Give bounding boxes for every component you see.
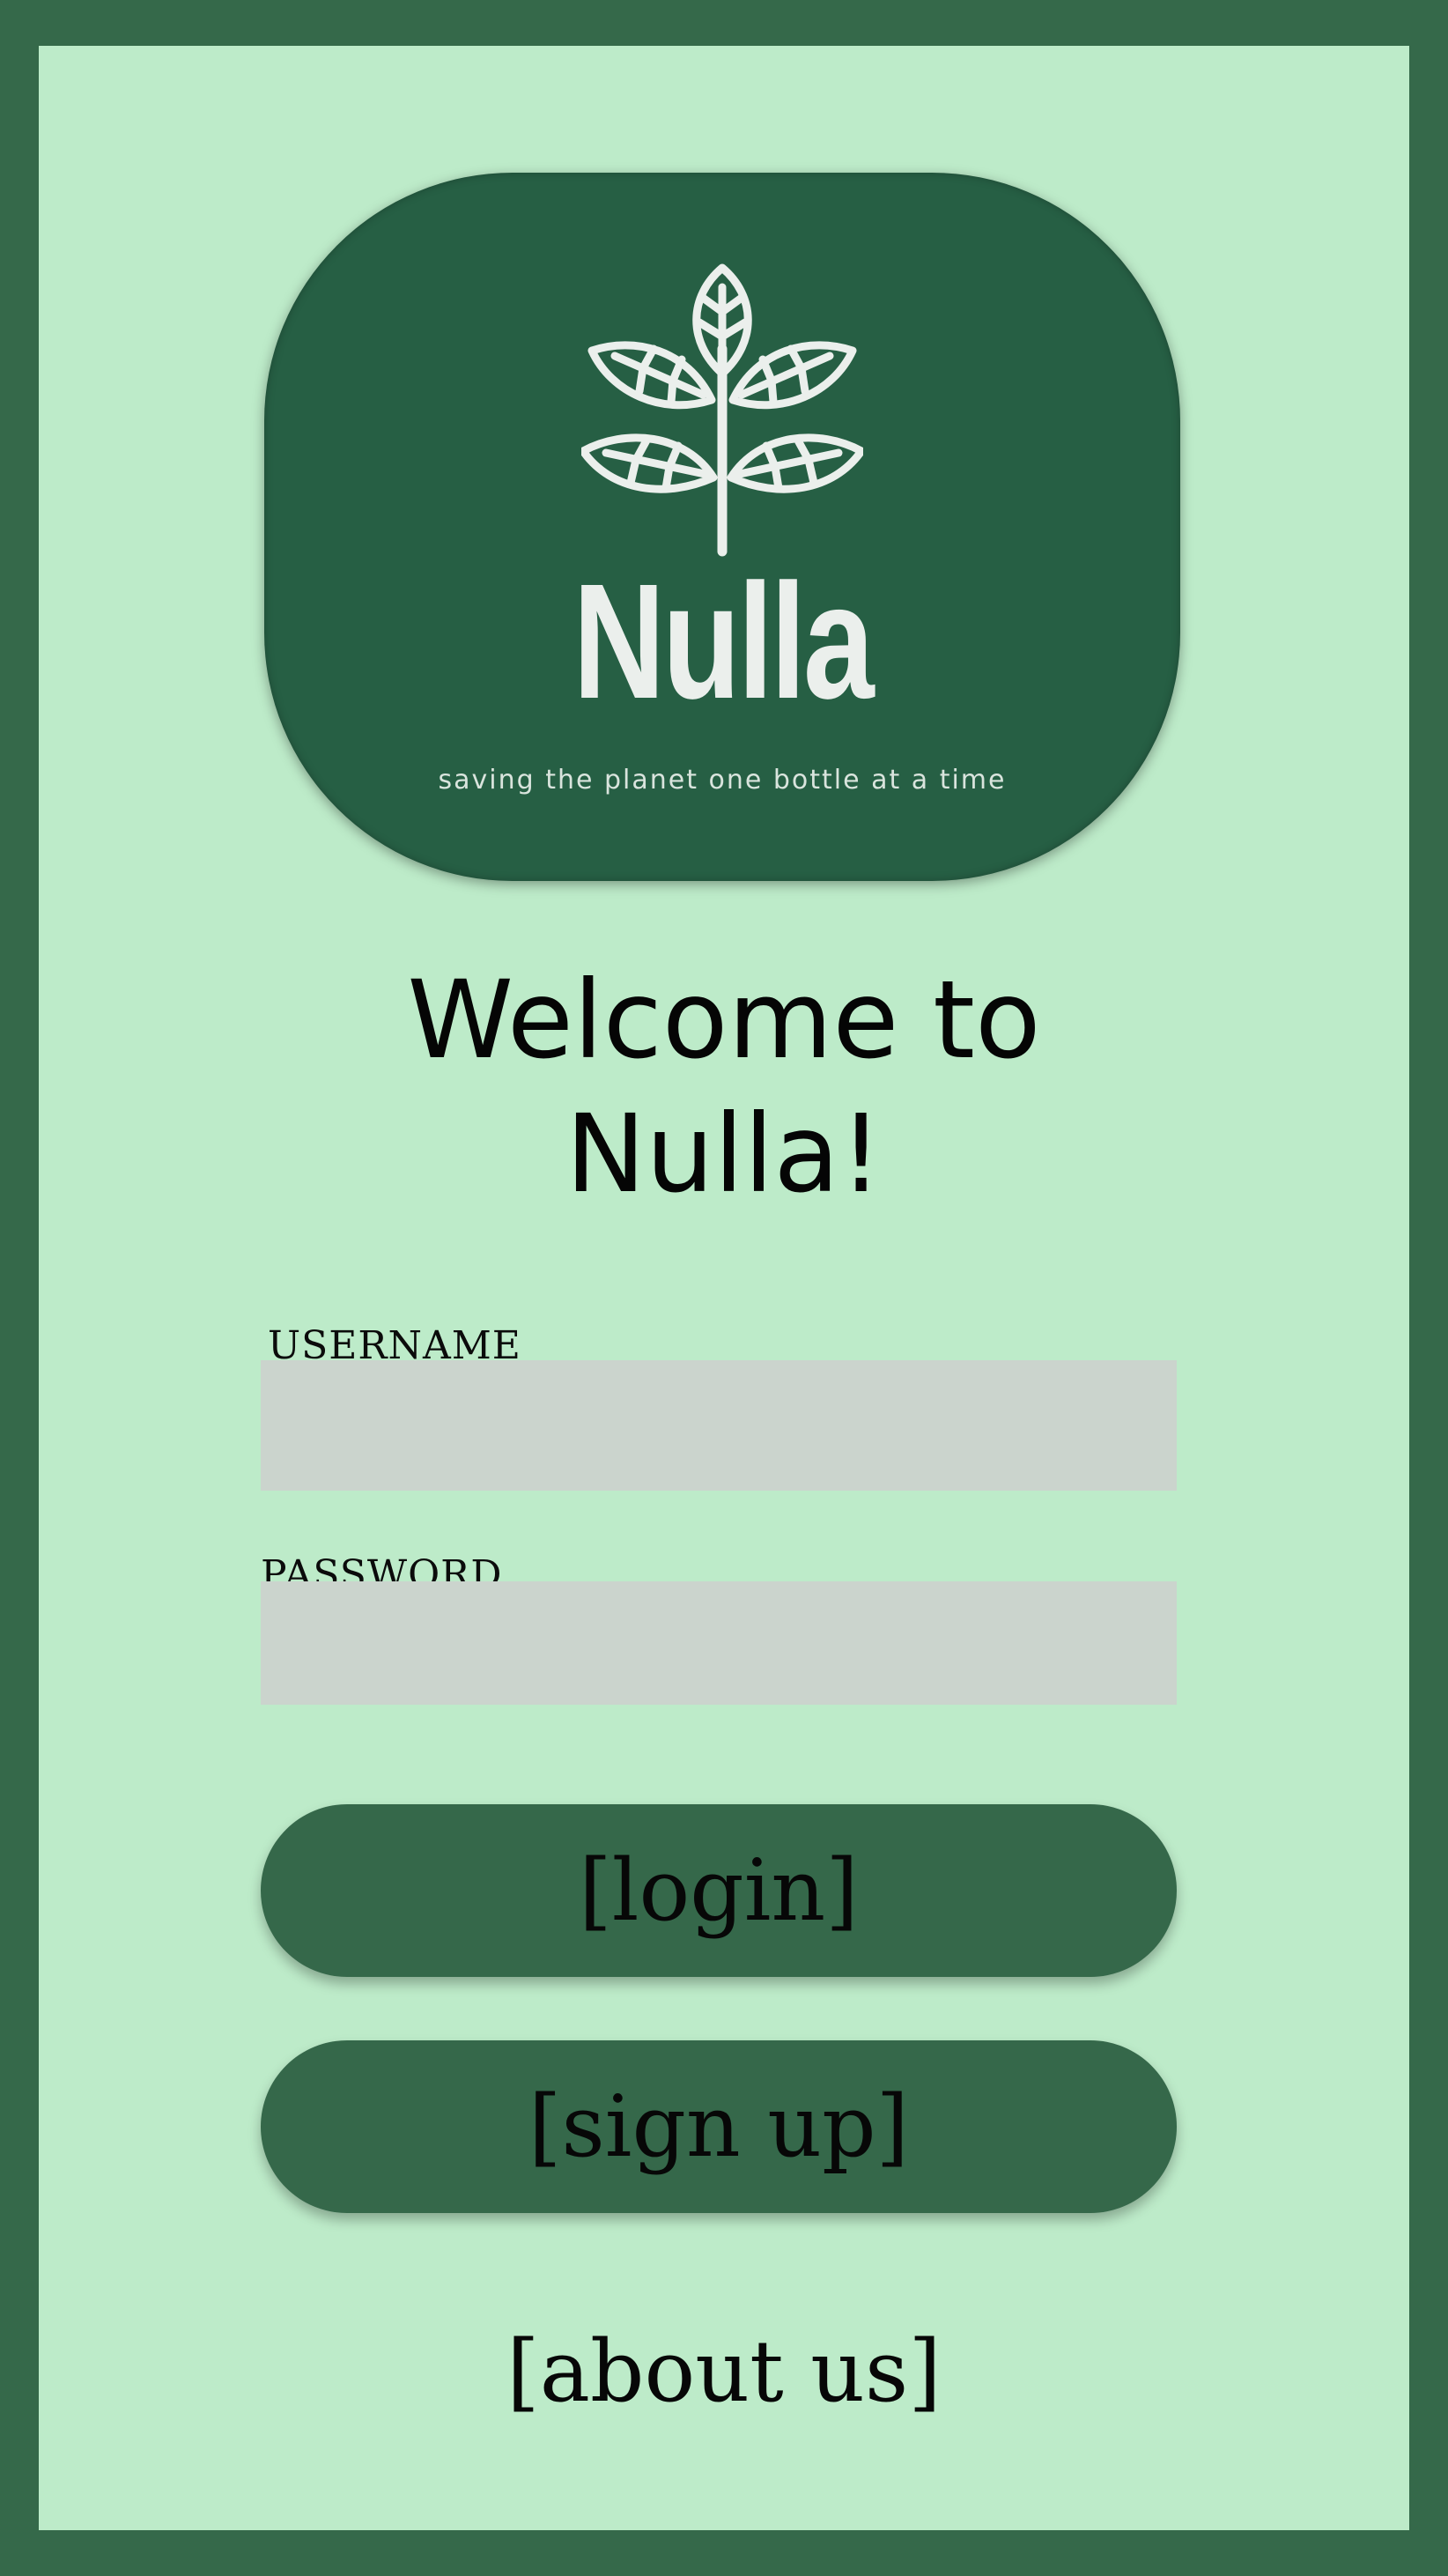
brand-tagline: saving the planet one bottle at a time [438,765,1007,796]
password-input[interactable] [261,1581,1177,1705]
welcome-line-1: Welcome to [407,958,1041,1083]
login-button[interactable]: [login] [261,1804,1177,1977]
about-us-link[interactable]: [about us] [39,2301,1409,2442]
welcome-line-2: Nulla! [565,1092,883,1217]
welcome-heading: Welcome to Nulla! [39,953,1409,1221]
leaf-branch-icon [581,263,863,557]
brand-logo-card: Nulla saving the planet one bottle at a … [264,173,1180,881]
brand-name: Nulla [573,551,874,733]
username-input[interactable] [261,1360,1177,1491]
sign-up-button[interactable]: [sign up] [261,2040,1177,2213]
login-panel: Nulla saving the planet one bottle at a … [39,46,1409,2530]
